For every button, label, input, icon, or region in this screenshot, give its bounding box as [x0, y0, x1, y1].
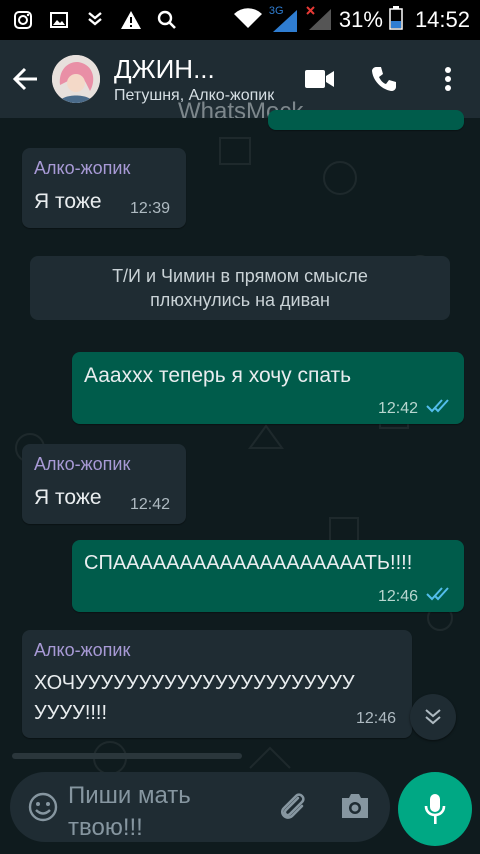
network-type-label: 3G	[268, 5, 284, 17]
placeholder-line2: твою!!!	[68, 814, 143, 841]
message-text: Я тоже	[34, 486, 102, 509]
message-text-line2: УУУУ!!!!	[34, 702, 108, 724]
read-ticks-icon	[426, 399, 449, 413]
camera-icon	[342, 794, 368, 818]
signal-x-icon	[305, 5, 333, 36]
gallery-icon	[48, 9, 70, 31]
message-time: 12:46	[378, 588, 419, 605]
system-text-line2: плюхнулись на диван	[150, 290, 330, 310]
back-button[interactable]	[4, 40, 48, 118]
message-time: 12:46	[356, 710, 397, 727]
clock: 14:52	[414, 7, 470, 32]
attach-button[interactable]	[276, 790, 310, 829]
double-chevron-down-icon	[425, 709, 441, 725]
phone-icon	[372, 67, 396, 91]
video-camera-icon	[305, 70, 334, 88]
message-text: СПАААААААААААААААААААТЬ!!!!	[84, 552, 413, 574]
message-time: 12:39	[130, 200, 171, 217]
emoji-button[interactable]	[28, 792, 58, 827]
warning-icon	[120, 9, 142, 31]
kebab-menu-icon	[445, 67, 451, 91]
download-icon	[84, 9, 106, 31]
camera-button[interactable]	[340, 792, 370, 825]
message-bubble-incoming[interactable]: Алко-жопик ХОЧУУУУУУУУУУУУУУУУУУУУУУ УУУ…	[22, 630, 412, 738]
message-time: 12:42	[378, 400, 419, 417]
message-time: 12:42	[130, 496, 171, 513]
battery-percent: 31%	[338, 7, 383, 32]
more-options-button[interactable]	[416, 40, 480, 118]
sender-name: Алко-жопик	[34, 640, 131, 660]
chat-title[interactable]: ДЖИН... Петушня, Алко-жопик	[114, 54, 274, 105]
message-bubble-outgoing[interactable]: Аааххх теперь я хочу спать 12:42	[72, 352, 464, 424]
avatar[interactable]	[52, 55, 100, 103]
status-bar: 3G 31% 14:52	[0, 0, 480, 40]
message-bubble-previous[interactable]	[268, 110, 464, 130]
sender-name: Алко-жопик	[34, 158, 131, 178]
divider	[12, 753, 242, 759]
message-composer[interactable]: Пиши мать твою!!!	[10, 772, 390, 842]
message-text: Аааххх теперь я хочу спать	[84, 364, 352, 387]
sender-name: Алко-жопик	[34, 454, 131, 474]
emoji-icon	[28, 792, 58, 822]
system-message: Т/И и Чимин в прямом смысле плюхнулись н…	[30, 256, 450, 320]
signal-icon: 3G	[268, 5, 299, 33]
wifi-icon	[233, 7, 263, 34]
battery-icon	[389, 5, 403, 35]
instagram-icon	[12, 9, 34, 31]
search-icon	[156, 9, 178, 31]
arrow-left-icon	[13, 67, 37, 91]
chat-name: ДЖИН...	[114, 53, 215, 84]
message-bubble-incoming[interactable]: Алко-жопик Я тоже 12:42	[22, 444, 186, 524]
message-text-line1: ХОЧУУУУУУУУУУУУУУУУУУУУУУ	[34, 672, 355, 694]
message-text: Я тоже	[34, 190, 102, 213]
read-ticks-icon	[426, 587, 449, 601]
message-input[interactable]: Пиши мать твою!!!	[68, 780, 258, 844]
voice-record-button[interactable]	[398, 772, 472, 846]
scroll-to-bottom-button[interactable]	[410, 694, 456, 740]
message-bubble-incoming[interactable]: Алко-жопик Я тоже 12:39	[22, 148, 186, 228]
placeholder-line1: Пиши мать	[68, 782, 191, 809]
chat-area[interactable]: Алко-жопик Я тоже 12:39 Т/И и Чимин в пр…	[0, 110, 480, 854]
system-text-line1: Т/И и Чимин в прямом смысле	[112, 266, 368, 286]
paperclip-icon	[281, 793, 305, 819]
microphone-icon	[424, 794, 446, 824]
message-bubble-outgoing[interactable]: СПАААААААААААААААААААТЬ!!!! 12:46	[72, 540, 464, 612]
voice-call-button[interactable]	[352, 40, 416, 118]
